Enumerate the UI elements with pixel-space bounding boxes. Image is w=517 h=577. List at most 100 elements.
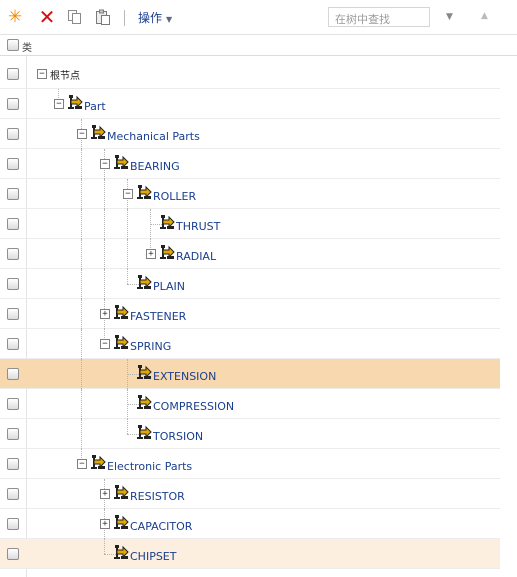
tree-row[interactable]: TORSION <box>0 419 500 449</box>
part-class-icon <box>136 394 153 410</box>
delete-icon[interactable]: ✕ <box>38 7 56 27</box>
tree-guide-line <box>81 209 82 239</box>
tree-row[interactable]: − Electronic Parts <box>0 449 500 479</box>
toolbar-separator <box>124 10 125 26</box>
actions-menu-label: 操作 <box>138 11 163 25</box>
tree-row[interactable]: THRUST <box>0 209 500 239</box>
part-class-icon <box>113 154 130 170</box>
tree-guide-line <box>104 539 105 554</box>
row-checkbox[interactable] <box>7 548 19 560</box>
tree-row[interactable]: + RADIAL <box>0 239 500 269</box>
actions-menu-button[interactable]: 操作 ▼ <box>138 10 172 28</box>
tree-guide-line <box>81 389 82 419</box>
tree-row[interactable]: COMPRESSION <box>0 389 500 419</box>
tree-guide-line <box>127 419 128 434</box>
tree-node-label[interactable]: Mechanical Parts <box>107 130 200 143</box>
tree-node-label[interactable]: Part <box>84 100 106 113</box>
copy-icon[interactable] <box>66 8 84 26</box>
tree-guide-line <box>104 209 105 239</box>
tree-node-label[interactable]: COMPRESSION <box>153 400 234 413</box>
tree-node-label[interactable]: THRUST <box>176 220 220 233</box>
tree-node-label[interactable]: RESISTOR <box>130 490 185 503</box>
tree-node-label[interactable]: 根节点 <box>50 67 80 82</box>
tree-guide-line <box>81 359 82 389</box>
tree-row[interactable]: PLAIN <box>0 269 500 299</box>
tree-guide-line <box>81 329 82 359</box>
row-checkbox[interactable] <box>7 188 19 200</box>
row-checkbox[interactable] <box>7 248 19 260</box>
tree-row[interactable]: + CAPACITOR <box>0 509 500 539</box>
tree-row[interactable]: − 根节点 <box>0 59 500 89</box>
row-checkbox[interactable] <box>7 308 19 320</box>
tree-node-label[interactable]: BEARING <box>130 160 180 173</box>
tree-guide-line <box>104 239 105 269</box>
filter-icon[interactable]: ▼ <box>446 12 453 22</box>
row-checkbox[interactable] <box>7 518 19 530</box>
row-checkbox[interactable] <box>7 488 19 500</box>
tree-node-label[interactable]: TORSION <box>153 430 203 443</box>
select-all-checkbox[interactable] <box>7 39 19 51</box>
tree-node-label[interactable]: CAPACITOR <box>130 520 192 533</box>
tree-row[interactable]: − BEARING <box>0 149 500 179</box>
row-checkbox[interactable] <box>7 158 19 170</box>
part-class-icon <box>159 214 176 230</box>
expand-toggle-icon[interactable]: + <box>100 309 110 319</box>
tree-row[interactable]: − Mechanical Parts <box>0 119 500 149</box>
row-checkbox[interactable] <box>7 128 19 140</box>
row-checkbox[interactable] <box>7 428 19 440</box>
tree-row[interactable]: CHIPSET <box>0 539 500 569</box>
tree-guide-line <box>104 269 105 299</box>
tree-row[interactable]: EXTENSION <box>0 359 500 389</box>
part-class-icon <box>90 124 107 140</box>
tree-row[interactable]: + RESISTOR <box>0 479 500 509</box>
part-class-icon <box>136 274 153 290</box>
tree-guide-line <box>127 269 128 284</box>
collapse-toggle-icon[interactable]: − <box>77 459 87 469</box>
row-checkbox[interactable] <box>7 98 19 110</box>
expand-toggle-icon[interactable]: + <box>146 249 156 259</box>
collapse-toggle-icon[interactable]: − <box>54 99 64 109</box>
tree-row[interactable]: + FASTENER <box>0 299 500 329</box>
part-class-icon <box>159 244 176 260</box>
row-checkbox[interactable] <box>7 278 19 290</box>
chevron-down-icon: ▼ <box>166 15 173 24</box>
part-class-icon <box>136 364 153 380</box>
tree-guide-line <box>81 299 82 329</box>
tree-row[interactable]: − Part <box>0 89 500 119</box>
collapse-toggle-icon[interactable]: − <box>37 69 47 79</box>
collapse-toggle-icon[interactable]: − <box>123 189 133 199</box>
tree-guide-line <box>127 239 128 269</box>
part-class-icon <box>113 334 130 350</box>
tree-guide-line <box>81 419 82 449</box>
new-icon[interactable]: ✳ <box>6 8 24 26</box>
tree-search-input[interactable]: 在树中查找 <box>328 7 430 27</box>
tree-row[interactable]: − ROLLER <box>0 179 500 209</box>
row-checkbox[interactable] <box>7 68 19 80</box>
row-checkbox[interactable] <box>7 218 19 230</box>
collapse-toggle-icon[interactable]: − <box>100 339 110 349</box>
row-checkbox[interactable] <box>7 458 19 470</box>
row-checkbox[interactable] <box>7 338 19 350</box>
tree-guide-line <box>127 209 128 239</box>
tree-node-label[interactable]: Electronic Parts <box>107 460 192 473</box>
part-class-icon <box>67 94 84 110</box>
row-checkbox[interactable] <box>7 368 19 380</box>
tree-node-label[interactable]: EXTENSION <box>153 370 216 383</box>
tree-node-label[interactable]: CHIPSET <box>130 550 176 563</box>
paste-icon[interactable] <box>94 8 112 26</box>
tree-node-label[interactable]: RADIAL <box>176 250 216 263</box>
tree-node-label[interactable]: FASTENER <box>130 310 186 323</box>
tree-node-label[interactable]: ROLLER <box>153 190 196 203</box>
collapse-toggle-icon[interactable]: − <box>100 159 110 169</box>
part-class-icon <box>113 514 130 530</box>
more-icon[interactable]: ▲ <box>481 11 488 21</box>
expand-toggle-icon[interactable]: + <box>100 489 110 499</box>
tree-node-label[interactable]: PLAIN <box>153 280 185 293</box>
row-checkbox[interactable] <box>7 398 19 410</box>
part-class-icon <box>113 304 130 320</box>
tree-guide-line <box>81 149 82 179</box>
tree-row[interactable]: − SPRING <box>0 329 500 359</box>
expand-toggle-icon[interactable]: + <box>100 519 110 529</box>
tree-node-label[interactable]: SPRING <box>130 340 171 353</box>
collapse-toggle-icon[interactable]: − <box>77 129 87 139</box>
